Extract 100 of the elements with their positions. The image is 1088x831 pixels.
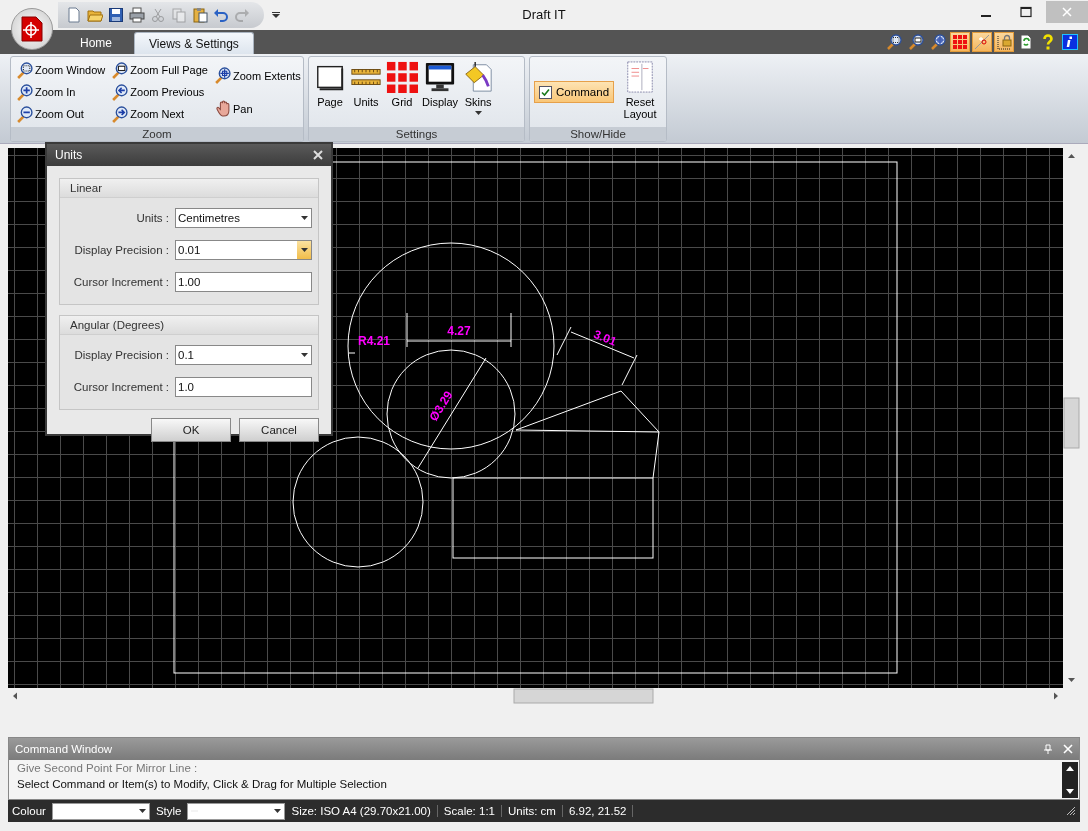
- magnifier-icon: [16, 105, 33, 123]
- help-icon: [1040, 34, 1056, 50]
- status-field: Scale: 1:1: [443, 805, 502, 817]
- dialog-button[interactable]: OK: [151, 418, 231, 442]
- ribbon-button[interactable]: Zoom Out: [15, 104, 107, 124]
- line-style-dropdown[interactable]: [187, 802, 286, 820]
- caret-icon: [300, 216, 308, 220]
- status-label: Style: [155, 805, 182, 817]
- ribbon-button[interactable]: Page: [313, 59, 347, 125]
- circle-shape[interactable]: [347, 242, 555, 450]
- open-icon[interactable]: [87, 7, 103, 23]
- field-label: Cursor Increment :: [72, 381, 170, 393]
- magnifier-icon: [908, 34, 924, 50]
- input-field[interactable]: 1.0: [175, 377, 312, 397]
- dimension-label: 4.27: [447, 324, 471, 338]
- circle-shape[interactable]: [386, 349, 516, 479]
- group-label: Settings: [309, 127, 524, 141]
- rectangle-shape[interactable]: [452, 477, 654, 559]
- dialog-title: Units: [55, 148, 83, 162]
- close-button[interactable]: [311, 148, 325, 162]
- field-label: Units :: [135, 212, 170, 224]
- close-icon[interactable]: [1063, 744, 1073, 754]
- hand-icon: [213, 100, 231, 117]
- minimize-icon: [981, 15, 991, 17]
- monitor-icon: [424, 61, 457, 93]
- colour-dropdown[interactable]: [51, 802, 150, 820]
- ribbon-button[interactable]: Reset Layout: [618, 59, 662, 125]
- new-icon[interactable]: [66, 7, 82, 23]
- circle-shape[interactable]: [292, 436, 424, 568]
- field-label: Cursor Increment :: [72, 276, 170, 288]
- section-title: Linear: [60, 179, 318, 198]
- info-icon: [1062, 34, 1078, 50]
- lock-toggle[interactable]: [994, 32, 1014, 52]
- caret-icon: [274, 809, 282, 813]
- window-title: Draft IT: [522, 7, 566, 22]
- grid-icon: [952, 34, 968, 50]
- caret-icon: [300, 353, 308, 357]
- status-field: Units: cm: [508, 805, 563, 817]
- magnifier-icon: [111, 83, 129, 101]
- field-label: Display Precision :: [73, 244, 170, 256]
- paint-bucket-icon: [462, 61, 495, 93]
- close-icon: [1061, 6, 1073, 18]
- section-title: Angular (Degrees): [60, 316, 318, 335]
- dimension-label: 3.01: [591, 327, 619, 349]
- ribbon-button[interactable]: Zoom Full Page: [110, 60, 209, 80]
- input-field[interactable]: 1.00: [175, 272, 312, 292]
- customize-icon[interactable]: [272, 12, 280, 18]
- magnifier-icon: [16, 83, 33, 101]
- ribbon-button[interactable]: Units: [349, 59, 383, 125]
- command-checkbox[interactable]: Command: [534, 81, 615, 103]
- command-history: Give Second Point For Mirror Line :: [16, 761, 199, 776]
- magnifier-icon: [16, 61, 33, 79]
- info-toggle[interactable]: [1060, 32, 1080, 52]
- ribbon-button[interactable]: Zoom Window: [15, 60, 107, 80]
- ribbon-button[interactable]: Zoom Previous: [110, 82, 209, 102]
- dropdown-field[interactable]: 0.01: [175, 240, 312, 260]
- paste-icon[interactable]: [192, 7, 208, 23]
- command-prompt: Select Command or Item(s) to Modify, Click & Drag for Multiple Selection: [16, 777, 388, 792]
- vertical-scrollbar[interactable]: [1062, 762, 1078, 798]
- undo-icon[interactable]: [213, 7, 229, 23]
- ribbon-button[interactable]: Display: [421, 59, 460, 125]
- print-icon[interactable]: [129, 7, 145, 23]
- magnifier-icon: [111, 61, 129, 79]
- logo: [19, 16, 45, 42]
- dropdown-field[interactable]: Centimetres: [175, 208, 312, 228]
- caret-icon: [138, 809, 146, 813]
- ribbon-button[interactable]: Grid: [385, 59, 419, 125]
- field-label: Display Precision :: [73, 349, 170, 361]
- ribbon-button[interactable]: Pan: [212, 99, 302, 118]
- snap-icon: [974, 34, 990, 50]
- resize-grip-icon[interactable]: [1066, 806, 1076, 816]
- panel-title: Command Window: [15, 743, 113, 755]
- ribbon-button[interactable]: Zoom In: [15, 82, 107, 102]
- snap-toggle[interactable]: [972, 32, 992, 52]
- magnifier-icon: [111, 105, 129, 123]
- magnifier-icon: [213, 67, 231, 84]
- app-menu-button[interactable]: [11, 8, 53, 50]
- ribbon-tab[interactable]: Views & Settings: [134, 32, 254, 54]
- grid-icon: [386, 61, 418, 93]
- dropdown-field[interactable]: 0.1: [175, 345, 312, 365]
- magnifier-icon: [886, 34, 902, 50]
- caret-icon: [300, 248, 308, 252]
- maximize-icon: [1020, 6, 1032, 18]
- polygon-shape[interactable]: [515, 390, 660, 479]
- status-field: Size: ISO A4 (29.70x21.00): [291, 805, 438, 817]
- ribbon-button[interactable]: Skins: [461, 59, 496, 125]
- status-label: Colour: [12, 805, 46, 817]
- ribbon-tab[interactable]: Home: [66, 32, 126, 54]
- leader-line: [348, 352, 356, 354]
- magnifier-icon: [930, 34, 946, 50]
- dimension-label: R4.21: [358, 334, 391, 348]
- lock-icon: [996, 34, 1012, 50]
- pin-icon[interactable]: [1043, 744, 1053, 754]
- grid-toggle[interactable]: [950, 32, 970, 52]
- dialog-button[interactable]: Cancel: [239, 418, 319, 442]
- status-field: 6.92, 21.52: [568, 805, 634, 817]
- group-label: Zoom: [11, 127, 303, 141]
- ribbon-button[interactable]: Zoom Extents: [212, 66, 302, 85]
- save-icon[interactable]: [108, 7, 124, 23]
- ribbon-button[interactable]: Zoom Next: [110, 104, 209, 124]
